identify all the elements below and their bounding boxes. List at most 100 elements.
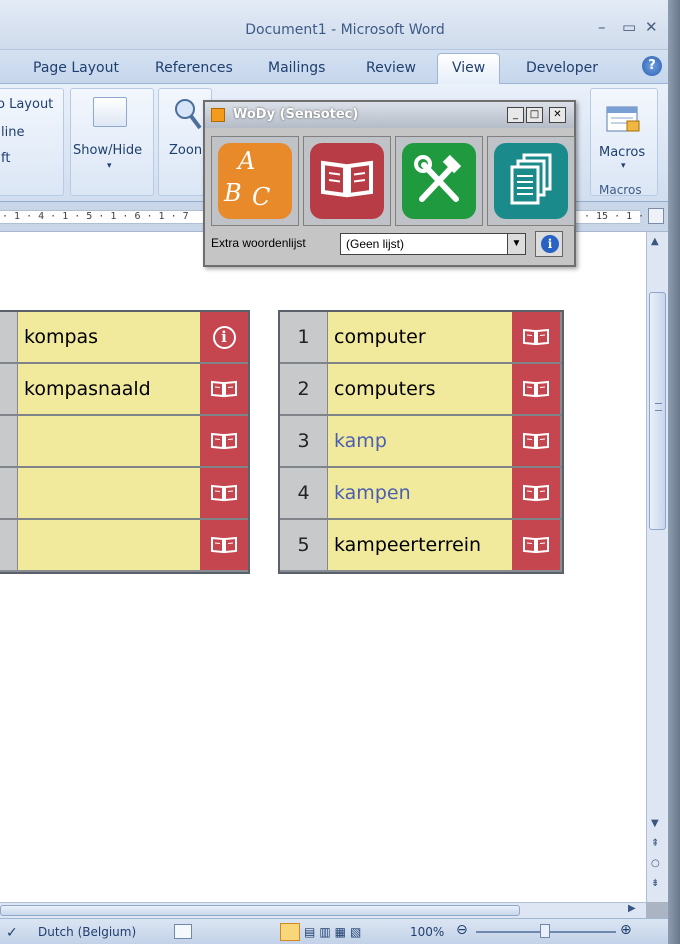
documents-icon (494, 143, 568, 219)
scroll-right-icon[interactable]: ▶ (628, 903, 636, 914)
book-icon (310, 143, 384, 219)
tab-developer[interactable]: Developer (526, 58, 598, 84)
zoom-in-icon[interactable]: ⊕ (620, 922, 632, 938)
scroll-up-icon[interactable]: ▲ (651, 236, 659, 247)
draft-button[interactable]: ft (1, 151, 10, 166)
book-icon (523, 328, 549, 346)
word-cell[interactable]: kamp (328, 416, 512, 466)
ruler-ticks-right: · 15 · 1 · (584, 211, 645, 222)
previous-page-icon[interactable]: ⇞ (651, 838, 659, 849)
zoom-button[interactable]: Zoon (169, 143, 202, 158)
ribbon-tabs: Page Layout References Mailings Review V… (0, 50, 680, 84)
scroll-thumb[interactable] (0, 905, 520, 916)
zoom-level[interactable]: 100% (410, 925, 444, 939)
horizontal-scrollbar[interactable]: ▶ (0, 902, 646, 918)
word-cell[interactable]: computers (328, 364, 512, 414)
close-icon[interactable]: ✕ (645, 18, 658, 36)
scroll-thumb[interactable] (649, 292, 666, 530)
close-button[interactable]: ✕ (549, 107, 566, 123)
window-title: Document1 - Microsoft Word (245, 22, 445, 38)
outline-button[interactable]: line (1, 125, 24, 140)
view-buttons-icon[interactable]: ▤▥▦▧ (304, 925, 365, 939)
maximize-icon[interactable]: ▭ (622, 18, 636, 36)
abc-icon: A B C (218, 143, 292, 219)
scroll-down-icon[interactable]: ▼ (651, 818, 659, 829)
word-cell[interactable]: kompas (18, 312, 200, 362)
print-layout-view-icon[interactable] (280, 923, 300, 941)
zoom-out-icon[interactable]: ⊖ (456, 922, 468, 938)
lists-tile[interactable] (487, 136, 575, 226)
wody-title-bar[interactable]: WoDy (Sensotec) _ □ ✕ (205, 102, 574, 128)
dictionary-tile[interactable] (303, 136, 391, 226)
zoom-slider-thumb[interactable] (540, 924, 550, 938)
row-number: 5 (280, 520, 328, 570)
dictionary-button[interactable] (200, 520, 248, 570)
book-icon (211, 432, 237, 450)
next-page-icon[interactable]: ⇟ (651, 878, 659, 889)
tab-page-layout[interactable]: Page Layout (33, 58, 119, 84)
row-number (0, 364, 18, 414)
word-cell[interactable]: kampen (328, 468, 512, 518)
info-icon: i (212, 325, 236, 349)
show-hide-button[interactable]: Show/Hide (73, 143, 142, 158)
extra-wordlist-label: Extra woordenlijst (211, 236, 306, 250)
row-number (0, 312, 18, 362)
app-icon (211, 108, 225, 122)
proofing-icon[interactable]: ✓ (6, 925, 18, 941)
word-cell[interactable]: kompasnaald (18, 364, 200, 414)
word-cell[interactable]: kampeerterrein (328, 520, 512, 570)
show-hide-icon[interactable] (93, 97, 127, 127)
word-cell[interactable]: computer (328, 312, 512, 362)
magnifier-icon[interactable] (173, 97, 203, 131)
wody-info-button[interactable]: i (535, 231, 563, 257)
book-icon (523, 380, 549, 398)
dictionary-button[interactable] (512, 312, 560, 362)
dictionary-button[interactable] (512, 468, 560, 518)
macros-icon[interactable] (605, 105, 643, 135)
tab-mailings[interactable]: Mailings (268, 58, 325, 84)
spelling-tile[interactable]: A B C (211, 136, 299, 226)
vertical-scrollbar[interactable]: ▲ ▼ ⇞ ○ ⇟ (646, 232, 668, 902)
views-group: o Layout line ft (0, 88, 64, 196)
minimize-button[interactable]: _ (507, 107, 524, 123)
tools-tile[interactable] (395, 136, 483, 226)
info-button[interactable]: i (200, 312, 248, 362)
show-hide-group: Show/Hide ▾ (70, 88, 154, 196)
dictionary-button[interactable] (512, 416, 560, 466)
row-number: 1 (280, 312, 328, 362)
minimize-icon[interactable]: – (598, 18, 606, 36)
dictionary-button[interactable] (200, 468, 248, 518)
row-number: 3 (280, 416, 328, 466)
wody-title: WoDy (Sensotec) (233, 107, 359, 122)
word-cell[interactable] (18, 468, 200, 518)
dictionary-button[interactable] (512, 520, 560, 570)
browse-object-icon[interactable]: ○ (651, 858, 660, 869)
tab-view[interactable]: View (437, 53, 501, 84)
maximize-button[interactable]: □ (526, 107, 543, 123)
macros-button[interactable]: Macros (599, 145, 645, 160)
macros-group-label: Macros (599, 183, 642, 197)
title-bar: Document1 - Microsoft Word – ▭ ✕ (0, 0, 680, 50)
tab-review[interactable]: Review (366, 58, 416, 84)
row-number (0, 520, 18, 570)
wordlist-select[interactable]: (Geen lijst) ▼ (340, 233, 526, 255)
dictionary-button[interactable] (200, 416, 248, 466)
word-cell[interactable] (18, 520, 200, 570)
dictionary-button[interactable] (200, 364, 248, 414)
tab-references[interactable]: References (155, 58, 233, 84)
macro-record-icon[interactable] (174, 924, 192, 939)
chevron-down-icon[interactable]: ▼ (507, 234, 525, 254)
ruler-toggle-icon[interactable] (648, 208, 664, 224)
row-number (0, 416, 18, 466)
dictionary-button[interactable] (512, 364, 560, 414)
window-frame (668, 0, 680, 944)
word-cell[interactable] (18, 416, 200, 466)
wody-panel[interactable]: WoDy (Sensotec) _ □ ✕ A B C Extra woorde… (203, 100, 576, 267)
book-icon (523, 432, 549, 450)
macros-group: Macros ▾ Macros (590, 88, 658, 197)
language-status[interactable]: Dutch (Belgium) (38, 925, 136, 939)
book-icon (211, 536, 237, 554)
status-bar: ✓ Dutch (Belgium) ▤▥▦▧ 100% ⊖ ⊕ (0, 918, 668, 944)
help-icon[interactable]: ? (642, 56, 662, 76)
print-layout-button[interactable]: o Layout (0, 97, 53, 112)
